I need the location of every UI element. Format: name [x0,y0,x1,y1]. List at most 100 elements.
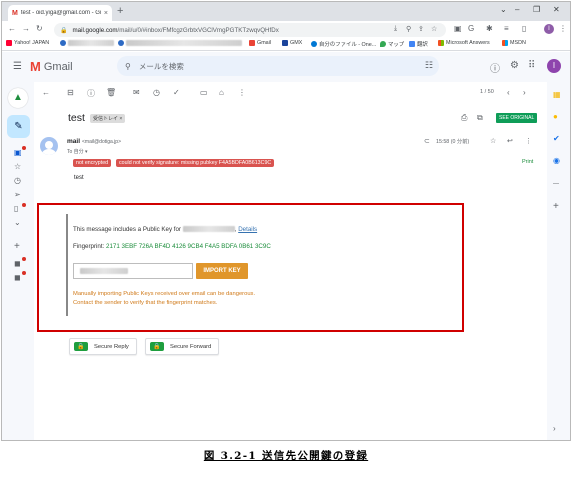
inbox-icon[interactable]: ▣ [14,148,22,157]
bookmark-msdn[interactable]: MSDN [502,40,526,46]
bookmark-maps[interactable]: マップ [380,40,404,48]
contacts-icon[interactable]: ◉ [553,156,560,165]
settings-icon[interactable]: ⚙ [510,60,519,71]
open-new-window-icon[interactable]: ⧉ [477,113,483,123]
compose-button[interactable]: ✎ [7,115,30,138]
reply-icon[interactable]: ↩ [507,137,513,145]
bookmark-star-icon[interactable]: ☆ [431,25,437,33]
tasks-icon[interactable]: ✔ [553,134,560,143]
gmail-logo-text: Gmail [43,60,73,73]
side-panel-icon[interactable]: ▯ [522,24,526,33]
tab-close-icon[interactable]: × [104,10,108,17]
new-tab-button[interactable]: + [117,5,123,17]
extension-icon[interactable]: ▣ [454,24,462,33]
add-label-icon[interactable]: + [14,241,20,252]
bookmark-gmail[interactable]: Gmail [249,40,271,46]
tab-search-icon[interactable]: ⌄ [500,5,507,14]
gmail-favicon-icon [249,40,255,46]
more-actions-icon[interactable]: ⋮ [238,88,246,97]
show-side-panel-icon[interactable]: › [553,424,556,433]
address-bar[interactable]: 🔒 mail.google.com/mail/u/0/#inbox/FMfcgz… [54,23,446,37]
label-icon[interactable]: ◼ [14,259,21,268]
starred-icon[interactable]: ☆ [14,162,21,171]
browser-profile-avatar[interactable]: I [544,24,554,34]
sender-avatar [40,137,58,155]
print-link[interactable]: Print [522,159,533,165]
search-placeholder: メールを検索 [138,61,184,71]
print-all-icon[interactable]: ⎙ [461,113,467,123]
install-icon[interactable]: ⤓ [394,25,397,33]
bookmark-onedrive[interactable]: 自分のファイル - One... [311,40,376,48]
apps-icon[interactable]: ⠿ [528,60,535,71]
account-avatar[interactable]: I [547,59,561,73]
unread-dot [22,146,26,150]
get-addons-icon[interactable]: + [553,201,559,212]
report-spam-icon[interactable]: ⓘ [87,88,95,99]
mail-search-bar[interactable]: ⚲ メールを検索 ☷ [117,56,439,76]
secure-reply-button[interactable]: 🔒 Secure Reply [69,338,137,355]
gmail-logo[interactable]: M Gmail [30,59,73,74]
not-encrypted-badge: not encrypted [73,159,112,167]
add-task-icon[interactable]: ✓ [173,88,180,97]
message-body: test [74,175,84,181]
see-original-button[interactable]: SEE ORIGINAL [496,113,538,123]
gmail-m-logo-icon: M [30,59,41,74]
main-menu-icon[interactable]: ☰ [13,61,22,72]
bookmark-blurred-2[interactable] [118,40,242,46]
labels-icon[interactable]: ⌂ [219,88,224,97]
bookmark-translate[interactable]: 翻訳 [409,40,428,48]
label-icon[interactable]: ◼ [14,273,21,282]
close-window-button[interactable]: ✕ [553,5,560,14]
newer-icon[interactable]: ‹ [507,88,510,97]
back-to-inbox-icon[interactable]: ← [42,88,50,97]
archive-icon[interactable]: ⊟ [67,88,74,97]
tab-gmail[interactable]: M test - oid.yiga@gmail.com - Gm... × [8,5,112,21]
older-icon[interactable]: › [523,88,526,97]
gmx-favicon-icon [282,40,288,46]
more-chevron-icon[interactable]: ⌄ [14,218,21,227]
reload-icon[interactable]: ↻ [36,24,43,33]
delete-icon[interactable]: 🗑 [106,88,116,97]
snooze-icon[interactable]: ◷ [153,88,160,97]
back-icon[interactable]: ← [8,24,16,33]
reading-list-icon[interactable]: ≡ [504,24,509,33]
lock-reply-icon: 🔒 [74,342,88,351]
browser-menu-icon[interactable]: ⋮ [559,24,567,33]
bookmark-yahoo[interactable]: Yahoo! JAPAN [6,40,49,46]
maximize-button[interactable]: ❐ [533,5,540,14]
blurred-label [68,40,114,46]
bookmark-microsoft-answers[interactable]: Microsoft Answers [438,40,490,46]
attachment-icon: ⊂ [424,138,430,145]
signature-error-badge: could not verify signature: missing pubk… [116,159,275,167]
puzzle-icon[interactable]: ✱ [486,24,493,33]
zoom-icon[interactable]: ⚲ [406,25,411,33]
sender-name[interactable]: mail [67,138,80,145]
drafts-icon[interactable]: ▯ [14,204,18,213]
minimize-button[interactable]: – [515,5,519,14]
secure-forward-button[interactable]: 🔒 Secure Forward [145,338,220,355]
drafts-dot [22,203,26,207]
recipient-toggle[interactable]: To 自分 ▾ [67,148,88,155]
star-icon[interactable]: ☆ [490,137,496,145]
gmail-tab-favicon-icon: M [12,9,18,17]
bookmark-blurred-1[interactable] [60,40,114,46]
calendar-icon[interactable]: ▦ [553,90,561,99]
workspace-logo-icon[interactable]: ▲ [8,88,28,108]
inbox-label-chip[interactable]: 受信トレイ × [90,114,126,123]
search-options-icon[interactable]: ☷ [425,60,433,71]
bookmark-gmx[interactable]: GMX [282,40,302,46]
sent-icon[interactable]: ➢ [14,190,21,199]
keep-icon[interactable]: ● [553,112,558,121]
move-to-icon[interactable]: ▭ [200,88,208,97]
onedrive-favicon-icon [311,41,317,47]
label-dot [22,257,26,261]
wordpress-favicon-icon [118,40,124,46]
help-icon[interactable]: ⓘ [490,60,500,75]
mark-unread-icon[interactable]: ✉ [133,88,140,97]
share-icon[interactable]: ⇪ [418,25,424,33]
forward-icon[interactable]: → [22,24,30,33]
google-extension-icon[interactable]: G [468,24,474,33]
snoozed-icon[interactable]: ◷ [14,176,21,185]
more-options-icon[interactable]: ⋮ [525,137,532,145]
search-icon[interactable]: ⚲ [125,62,131,71]
